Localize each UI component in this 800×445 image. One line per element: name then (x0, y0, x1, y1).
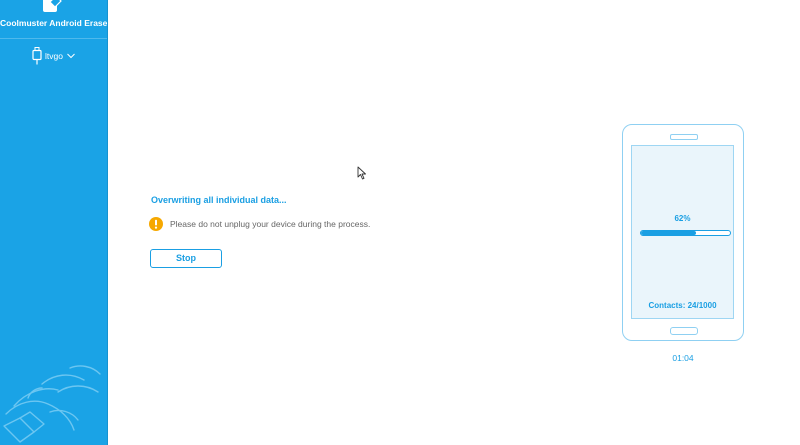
status-title: Overwriting all individual data... (151, 195, 287, 205)
warning-message: Please do not unplug your device during … (149, 217, 370, 231)
device-selector[interactable]: ltvgo (32, 46, 75, 66)
usb-icon (32, 47, 42, 65)
progress-bar (640, 230, 731, 236)
sidebar-divider (0, 38, 107, 39)
sidebar: Coolmuster Android Eraser ltvgo (0, 0, 108, 445)
hand-eraser-illustration (3, 365, 101, 443)
phone-illustration: 62% Contacts: 24/1000 (622, 124, 744, 341)
stop-button[interactable]: Stop (150, 249, 222, 268)
phone-home-button (670, 327, 698, 335)
mouse-cursor-icon (357, 166, 366, 180)
contacts-count: Contacts: 24/1000 (648, 301, 717, 310)
device-name: ltvgo (45, 51, 63, 61)
warning-icon (149, 217, 163, 231)
phone-speaker (670, 134, 698, 140)
progress-percent: 62% (674, 214, 691, 223)
progress-fill (641, 231, 697, 235)
phone-screen: 62% Contacts: 24/1000 (631, 145, 734, 319)
app-title: Coolmuster Android Eraser (0, 18, 108, 28)
eraser-logo-icon (43, 0, 62, 12)
chevron-down-icon[interactable] (67, 53, 75, 59)
warning-text: Please do not unplug your device during … (170, 219, 371, 229)
elapsed-time: 01:04 (672, 353, 694, 363)
app-window: Coolmuster Android Eraser ltvgo Overwrit… (0, 0, 800, 445)
